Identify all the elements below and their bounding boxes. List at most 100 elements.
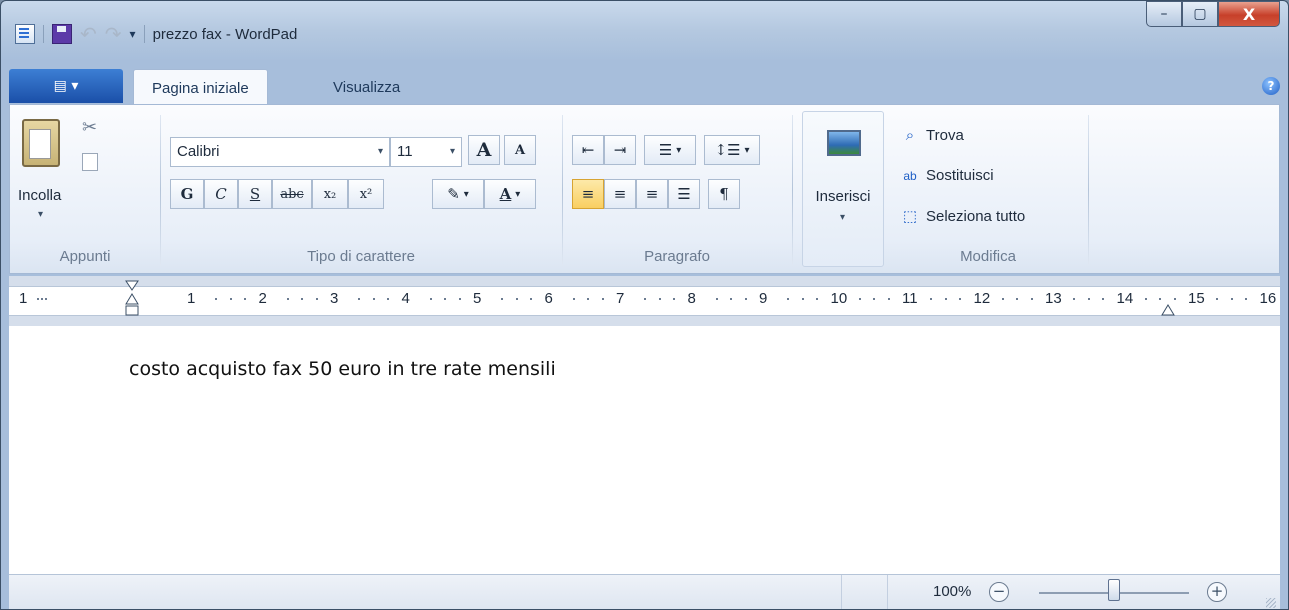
zoom-level[interactable]: 100% [933, 583, 971, 600]
ruler-tick [644, 298, 647, 300]
quick-access-toolbar: ↶ ↷ ▾ prezzo fax - WordPad [15, 22, 297, 46]
zoom-out-button[interactable]: − [989, 582, 1009, 602]
group-label: Modifica [960, 248, 1016, 265]
chevron-down-icon: ▾ [515, 188, 521, 200]
text-color-button[interactable]: A ▾ [484, 179, 536, 209]
document-area[interactable]: costo acquisto fax 50 euro in tre rate m… [9, 326, 1280, 574]
ruler-tick [730, 298, 733, 300]
ruler-tick [1216, 298, 1219, 300]
copy-icon[interactable] [82, 153, 98, 171]
font-family-value: Calibri [177, 143, 220, 160]
ruler-tick [1030, 298, 1033, 300]
text-color-icon: A [499, 185, 512, 203]
ruler-tick [458, 298, 461, 300]
font-size-value: 11 [397, 143, 413, 160]
tab-home[interactable]: Pagina iniziale [133, 69, 268, 106]
bold-button[interactable]: G [170, 179, 204, 209]
wordpad-app-icon[interactable] [15, 24, 35, 44]
ruler-tick [501, 298, 504, 300]
undo-icon[interactable]: ↶ [80, 22, 97, 46]
ruler-label: 13 [1045, 290, 1062, 307]
ruler-tick [930, 298, 933, 300]
chevron-down-icon: ▾ [744, 144, 750, 156]
ruler-tick [1245, 298, 1248, 300]
ruler-tick [229, 298, 232, 300]
ruler-label: 6 [544, 290, 553, 307]
line-spacing-icon: ↕☰ [714, 141, 741, 159]
strikethrough-button[interactable]: abc [272, 179, 312, 209]
ruler-tick [358, 298, 361, 300]
align-left-icon[interactable]: ≡ [572, 179, 604, 209]
bullet-list-button[interactable]: ☰ ▾ [644, 135, 696, 165]
ruler-tick [37, 298, 39, 300]
highlight-button[interactable]: ✎ ▾ [432, 179, 484, 209]
ruler-tick [515, 298, 518, 300]
paragraph-group: ⇤ ⇥ ☰ ▾ ↕☰ ▾ ≡ ≡ ≡ ☰ ¶ Paragrafo [562, 105, 792, 271]
font-size-select[interactable]: 11 ▾ [390, 137, 462, 167]
ruler-label: 9 [759, 290, 768, 307]
clipboard-group: Incolla ▾ ✂ Appunti [10, 105, 160, 271]
ruler-label: 7 [616, 290, 625, 307]
shrink-font-button[interactable]: A [504, 135, 536, 165]
paste-icon[interactable] [22, 119, 60, 167]
bullet-list-icon: ☰ [658, 141, 673, 159]
ruler-tick [572, 298, 575, 300]
resize-grip[interactable] [1266, 598, 1276, 608]
paragraph-settings-icon[interactable]: ¶ [708, 179, 740, 209]
maximize-button[interactable]: ▢ [1182, 1, 1218, 27]
customize-dropdown-icon[interactable]: ▾ [130, 27, 136, 41]
group-label: Appunti [59, 248, 111, 265]
italic-button[interactable]: C [204, 179, 238, 209]
ruler-label: 16 [1259, 290, 1277, 307]
toolbar-divider [143, 25, 145, 43]
ruler-tick [787, 298, 790, 300]
ruler-tick [887, 298, 890, 300]
decrease-indent-icon[interactable]: ⇤ [572, 135, 604, 165]
help-icon[interactable]: ? [1262, 77, 1280, 95]
ruler-tick [444, 298, 447, 300]
zoom-in-button[interactable]: + [1207, 582, 1227, 602]
ruler-label: 1 [19, 290, 28, 307]
ruler-tick [244, 298, 247, 300]
close-button[interactable]: X [1218, 1, 1280, 27]
ruler-strip [9, 286, 1280, 316]
right-indent-marker[interactable] [1161, 304, 1175, 316]
ruler-tick [944, 298, 947, 300]
chevron-down-icon: ▾ [840, 212, 846, 223]
ruler-tick [873, 298, 876, 300]
ruler-label: 8 [687, 290, 696, 307]
insert-button[interactable]: Inserisci ▾ [802, 111, 884, 267]
editing-group: Modifica [890, 105, 1086, 271]
ruler-tick [1087, 298, 1090, 300]
align-right-icon[interactable]: ≡ [636, 179, 668, 209]
chevron-down-icon: ▾ [463, 188, 469, 200]
app-menu-button[interactable]: ▤ ▾ [9, 69, 123, 103]
indent-marker[interactable] [125, 280, 139, 322]
justify-icon[interactable]: ☰ [668, 179, 700, 209]
redo-icon[interactable]: ↷ [105, 22, 122, 46]
paste-button[interactable]: Incolla [18, 187, 61, 204]
ruler-label: 2 [258, 290, 267, 307]
ruler-label: 12 [973, 290, 991, 307]
paste-dropdown-icon[interactable]: ▾ [38, 209, 43, 220]
cut-icon[interactable]: ✂ [82, 117, 97, 138]
font-family-select[interactable]: Calibri ▾ [170, 137, 390, 167]
save-icon[interactable] [52, 24, 72, 44]
toolbar-divider [43, 25, 44, 43]
zoom-slider-thumb[interactable] [1108, 579, 1120, 601]
document-text[interactable]: costo acquisto fax 50 euro in tre rate m… [129, 358, 556, 380]
grow-font-button[interactable]: A [468, 135, 500, 165]
align-center-icon[interactable]: ≡ [604, 179, 636, 209]
tab-view[interactable]: Visualizza [315, 69, 418, 105]
ruler-tick [601, 298, 604, 300]
superscript-button[interactable]: x² [348, 179, 384, 209]
underline-button[interactable]: S [238, 179, 272, 209]
ruler[interactable]: 1 1 2 3 4 5 6 7 8 9 10 11 12 13 14 15 16 [9, 276, 1288, 326]
ribbon-tabs: ▤ ▾ Pagina iniziale Visualizza ? [9, 65, 1280, 106]
ruler-tick [1144, 298, 1147, 300]
line-spacing-button[interactable]: ↕☰ ▾ [704, 135, 760, 165]
minimize-button[interactable]: – [1146, 1, 1182, 27]
ruler-label: 1 [187, 290, 196, 307]
increase-indent-icon[interactable]: ⇥ [604, 135, 636, 165]
subscript-button[interactable]: x₂ [312, 179, 348, 209]
